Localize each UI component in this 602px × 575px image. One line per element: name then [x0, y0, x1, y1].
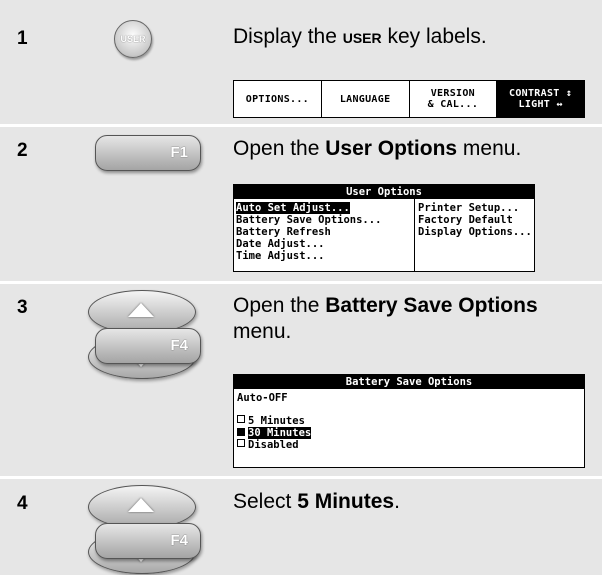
instruction-text: Open the [233, 137, 326, 160]
softkey-language[interactable]: LANGUAGE [322, 81, 410, 117]
option-label: 30 Minutes [248, 427, 312, 439]
menu-title: Battery Save Options [234, 375, 584, 389]
menu-right-column: Printer Setup... Factory Default Display… [418, 202, 532, 238]
menu-item-printer-setup[interactable]: Printer Setup... [418, 202, 532, 214]
softkey-options[interactable]: OPTIONS... [234, 81, 322, 117]
up-arrow-icon [128, 303, 154, 317]
instruction-text: . [394, 490, 400, 513]
battery-save-options-menu: Battery Save Options Auto-OFF 5 Minutes … [233, 374, 585, 468]
user-key-label: USER [342, 30, 382, 46]
step-number: 4 [17, 493, 28, 514]
radio-empty-icon [237, 439, 245, 447]
instruction-text: Select [233, 490, 298, 513]
step-number: 2 [17, 140, 28, 161]
option-label: Disabled [248, 439, 299, 451]
menu-item-battery-save-options[interactable]: Battery Save Options... [236, 214, 381, 226]
softkey-contrast-light[interactable]: CONTRAST ↕ LIGHT ↔ [497, 81, 584, 117]
auto-off-label: Auto-OFF [237, 392, 288, 404]
menu-title: User Options [234, 185, 534, 199]
menu-item: Auto Set Adjust... [236, 202, 381, 214]
step-number: 1 [17, 28, 28, 49]
softkey-version-cal[interactable]: VERSION & CAL... [410, 81, 498, 117]
step-instruction: Select 5 Minutes. [233, 489, 400, 515]
menu-item-display-options[interactable]: Display Options... [418, 226, 532, 238]
instruction-bold: User Options [325, 137, 458, 160]
step-number: 3 [17, 297, 28, 318]
radio-empty-icon [237, 415, 245, 423]
step-instruction: Open the User Options menu. [233, 136, 521, 162]
instruction-text: Display the [233, 25, 343, 48]
options-list: 5 Minutes 30 Minutes Disabled [237, 415, 312, 451]
option-5-minutes[interactable]: 5 Minutes [237, 415, 311, 427]
step-instruction: Display the USER key labels. [233, 24, 487, 51]
radio-filled-icon [237, 428, 245, 436]
menu-divider [414, 199, 415, 271]
instruction-bold: 5 Minutes [297, 490, 395, 513]
menu-item-battery-refresh[interactable]: Battery Refresh [236, 226, 381, 238]
up-arrow-icon [128, 498, 154, 512]
option-disabled[interactable]: Disabled [237, 439, 311, 451]
menu-item-auto-set-adjust[interactable]: Auto Set Adjust... [236, 202, 350, 214]
user-key-button[interactable]: USER [114, 20, 152, 58]
instruction-text: key labels. [381, 25, 487, 48]
menu-left-column: Auto Set Adjust... Battery Save Options.… [236, 202, 381, 262]
instruction-text: Open the [233, 294, 326, 317]
option-label: 5 Minutes [248, 415, 305, 427]
f1-key-button[interactable]: F1 [95, 135, 201, 171]
menu-item-date-adjust[interactable]: Date Adjust... [236, 238, 381, 250]
f4-key-button[interactable]: F4 [95, 523, 201, 559]
instruction-text: menu. [233, 320, 292, 343]
menu-item-factory-default[interactable]: Factory Default [418, 214, 532, 226]
instruction-bold: Battery Save Options [325, 294, 538, 317]
f4-key-button[interactable]: F4 [95, 328, 201, 364]
step-instruction: Open the Battery Save Options menu. [233, 293, 593, 345]
user-options-menu: User Options Auto Set Adjust... Battery … [233, 184, 535, 272]
menu-item-time-adjust[interactable]: Time Adjust... [236, 250, 381, 262]
instruction-text: menu. [457, 137, 522, 160]
softkey-bar: OPTIONS... LANGUAGE VERSION & CAL... CON… [233, 80, 585, 118]
option-30-minutes[interactable]: 30 Minutes [237, 427, 312, 439]
